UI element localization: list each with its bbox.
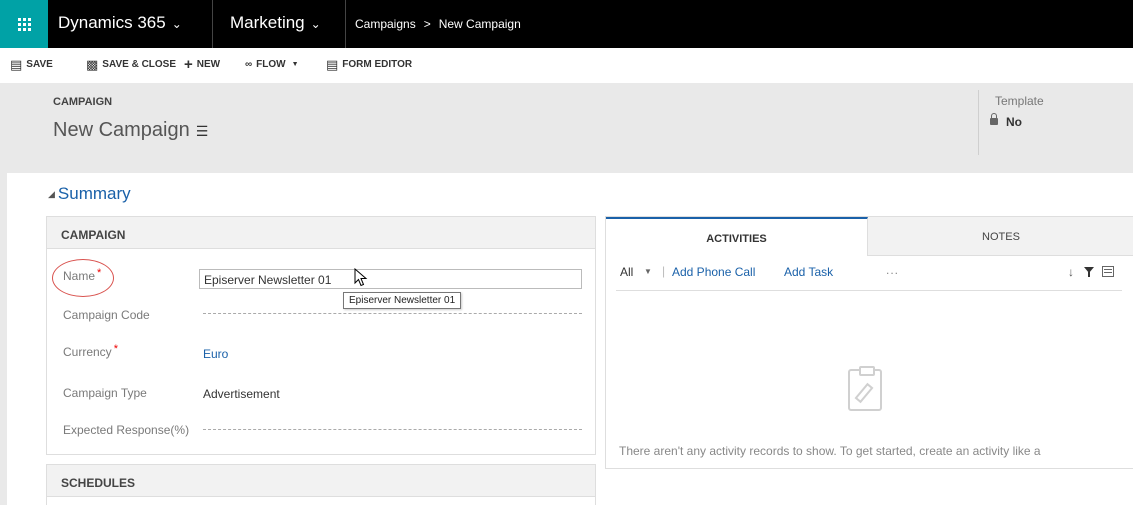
template-value-text: No [1006,115,1022,129]
schedules-section: SCHEDULES [46,464,596,505]
activities-toolbar: All ▼ | Add Phone Call Add Task ... ↓ [616,263,1122,291]
sort-arrow-icon[interactable]: ↓ [1068,265,1074,279]
empty-state-message: There aren't any activity records to sho… [619,444,1041,458]
form-selector-icon[interactable]: ☰ [196,123,209,139]
save-button[interactable]: ▤ SAVE [10,56,53,72]
lock-icon [990,113,998,125]
app-name: Dynamics 365 [58,13,166,32]
header-divider [978,90,979,155]
tab-activities[interactable]: ACTIVITIES [606,217,868,256]
area-name: Marketing [230,13,305,32]
more-icon[interactable]: ... [886,263,899,277]
required-icon: * [97,267,102,279]
page-title: New Campaign ☰ [53,119,208,142]
save-close-icon: ▩ [86,56,99,72]
nav-divider [212,0,213,48]
waffle-icon [17,17,31,31]
new-label: NEW [196,59,221,70]
currency-field[interactable]: Euro [203,347,228,361]
schedules-section-title: SCHEDULES [47,465,595,497]
flow-icon: ∞ [245,58,253,70]
name-tooltip: Episerver Newsletter 01 [343,292,462,309]
add-task-link[interactable]: Add Task [784,265,833,279]
save-label: SAVE [26,59,53,70]
flow-label: FLOW [256,59,286,70]
breadcrumb: Campaigns > New Campaign [355,17,521,31]
add-phone-call-link[interactable]: Add Phone Call [672,265,755,279]
expected-response-field[interactable] [203,429,582,430]
breadcrumb-campaigns[interactable]: Campaigns [355,17,416,31]
campaign-type-field[interactable]: Advertisement [203,387,280,401]
new-button[interactable]: + NEW [184,55,221,73]
form-editor-icon: ▤ [326,56,339,72]
filter-icon[interactable] [1084,267,1094,277]
currency-label-text: Currency [63,345,112,359]
campaign-section: CAMPAIGN Name * Episerver Newsletter 01 E… [46,216,596,455]
campaign-code-field[interactable] [203,313,582,314]
nav-divider [345,0,346,48]
name-field[interactable]: Episerver Newsletter 01 [199,269,582,289]
app-switcher[interactable]: Dynamics 365 ⌄ [58,13,182,33]
template-value: No [990,113,1022,129]
form-editor-label: FORM EDITOR [342,59,413,70]
save-close-label: SAVE & CLOSE [102,59,177,70]
save-close-button[interactable]: ▩ SAVE & CLOSE [86,56,177,72]
plus-icon: + [184,55,193,73]
clipboard-icon [848,366,882,411]
entity-label: CAMPAIGN [53,96,113,108]
record-title-text: New Campaign [53,119,190,141]
app-launcher-button[interactable] [0,0,48,48]
currency-label: Currency * [63,343,118,359]
save-icon: ▤ [10,56,23,72]
summary-tab-toggle[interactable]: ◢ Summary [48,184,131,204]
campaign-section-title: CAMPAIGN [47,217,595,249]
campaign-code-label: Campaign Code [63,308,150,322]
grid-view-icon[interactable] [1102,266,1114,277]
name-label-text: Name [63,269,96,283]
campaign-type-label: Campaign Type [63,386,147,400]
top-nav-bar: Dynamics 365 ⌄ Marketing ⌄ Campaigns > New C… [0,0,1133,48]
activity-filter-dropdown[interactable]: All [620,265,633,279]
chevron-right-icon: > [423,17,431,31]
chevron-down-icon: ⌄ [310,17,321,31]
template-label: Template [995,94,1044,108]
caret-down-icon: ▼ [291,61,299,68]
collapse-triangle-icon: ◢ [48,189,55,199]
activities-panel: ACTIVITIES NOTES All ▼ | Add Phone Call … [605,216,1133,469]
chevron-down-icon: ⌄ [171,17,182,31]
expected-response-label: Expected Response(%) [63,423,190,437]
left-rail [0,83,7,505]
command-bar: ▤ SAVE ▩ SAVE & CLOSE + NEW ∞ FLOW ▼ ▤ FORM ED… [0,48,1133,83]
mouse-cursor-icon [354,268,368,287]
area-switcher[interactable]: Marketing ⌄ [230,13,321,33]
caret-down-icon[interactable]: ▼ [644,267,652,276]
name-label: Name * [63,267,102,283]
flow-button[interactable]: ∞ FLOW ▼ [245,59,299,70]
form-editor-button[interactable]: ▤ FORM EDITOR [326,56,413,72]
toolbar-divider: | [662,264,666,278]
tab-notes[interactable]: NOTES [868,217,1133,256]
summary-label: Summary [57,184,131,203]
breadcrumb-current: New Campaign [438,17,521,31]
required-icon: * [113,343,118,355]
